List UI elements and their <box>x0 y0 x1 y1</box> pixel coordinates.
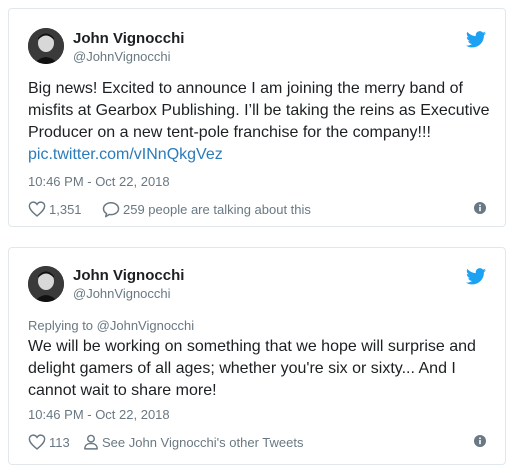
conversation-label: 259 people are talking about this <box>123 201 311 217</box>
author-handle[interactable]: @JohnVignocchi <box>73 286 171 301</box>
tweet-text: Big news! Excited to announce I am joini… <box>28 78 498 166</box>
like-count: 1,351 <box>49 201 82 217</box>
info-icon[interactable] <box>474 202 486 214</box>
profile-link[interactable]: See John Vignocchi's other Tweets <box>83 432 303 452</box>
tweet-timestamp[interactable]: 10:46 PM - Oct 22, 2018 <box>28 407 170 422</box>
author-handle[interactable]: @JohnVignocchi <box>73 49 171 64</box>
heart-icon <box>28 434 46 450</box>
avatar[interactable] <box>28 266 64 302</box>
twitter-bird-icon[interactable] <box>466 268 486 285</box>
profile-link-label: See John Vignocchi's other Tweets <box>102 434 304 450</box>
twitter-bird-icon[interactable] <box>466 31 486 48</box>
author-name[interactable]: John Vignocchi <box>73 267 184 284</box>
person-icon <box>84 434 98 450</box>
conversation-link[interactable]: 259 people are talking about this <box>102 199 311 219</box>
reply-handle-link[interactable]: @JohnVignocchi <box>97 318 195 333</box>
tweet-card-1[interactable]: John Vignocchi @JohnVignocchi Big news! … <box>8 8 506 227</box>
like-button[interactable]: 113 <box>28 432 70 452</box>
heart-icon <box>28 201 46 217</box>
like-count: 113 <box>49 434 70 450</box>
tweet-text: We will be working on something that we … <box>28 338 476 399</box>
like-button[interactable]: 1,351 <box>28 199 82 219</box>
tweet-timestamp[interactable]: 10:46 PM - Oct 22, 2018 <box>28 174 170 189</box>
tweet-body: Big news! Excited to announce I am joini… <box>28 80 490 141</box>
info-icon[interactable] <box>474 435 486 447</box>
speech-bubble-icon <box>102 201 120 217</box>
tweet-actions: 1,351 259 people are talking about this <box>28 199 486 219</box>
author-name[interactable]: John Vignocchi <box>73 30 184 47</box>
tweet-actions: 113 See John Vignocchi's other Tweets <box>28 432 486 452</box>
reply-context: Replying to @JohnVignocchi <box>28 318 194 333</box>
media-link[interactable]: pic.twitter.com/vINnQkgVez <box>28 146 223 163</box>
tweet-card-2[interactable]: John Vignocchi @JohnVignocchi Replying t… <box>8 247 506 465</box>
reply-prefix: Replying to <box>28 318 97 333</box>
avatar[interactable] <box>28 28 64 64</box>
